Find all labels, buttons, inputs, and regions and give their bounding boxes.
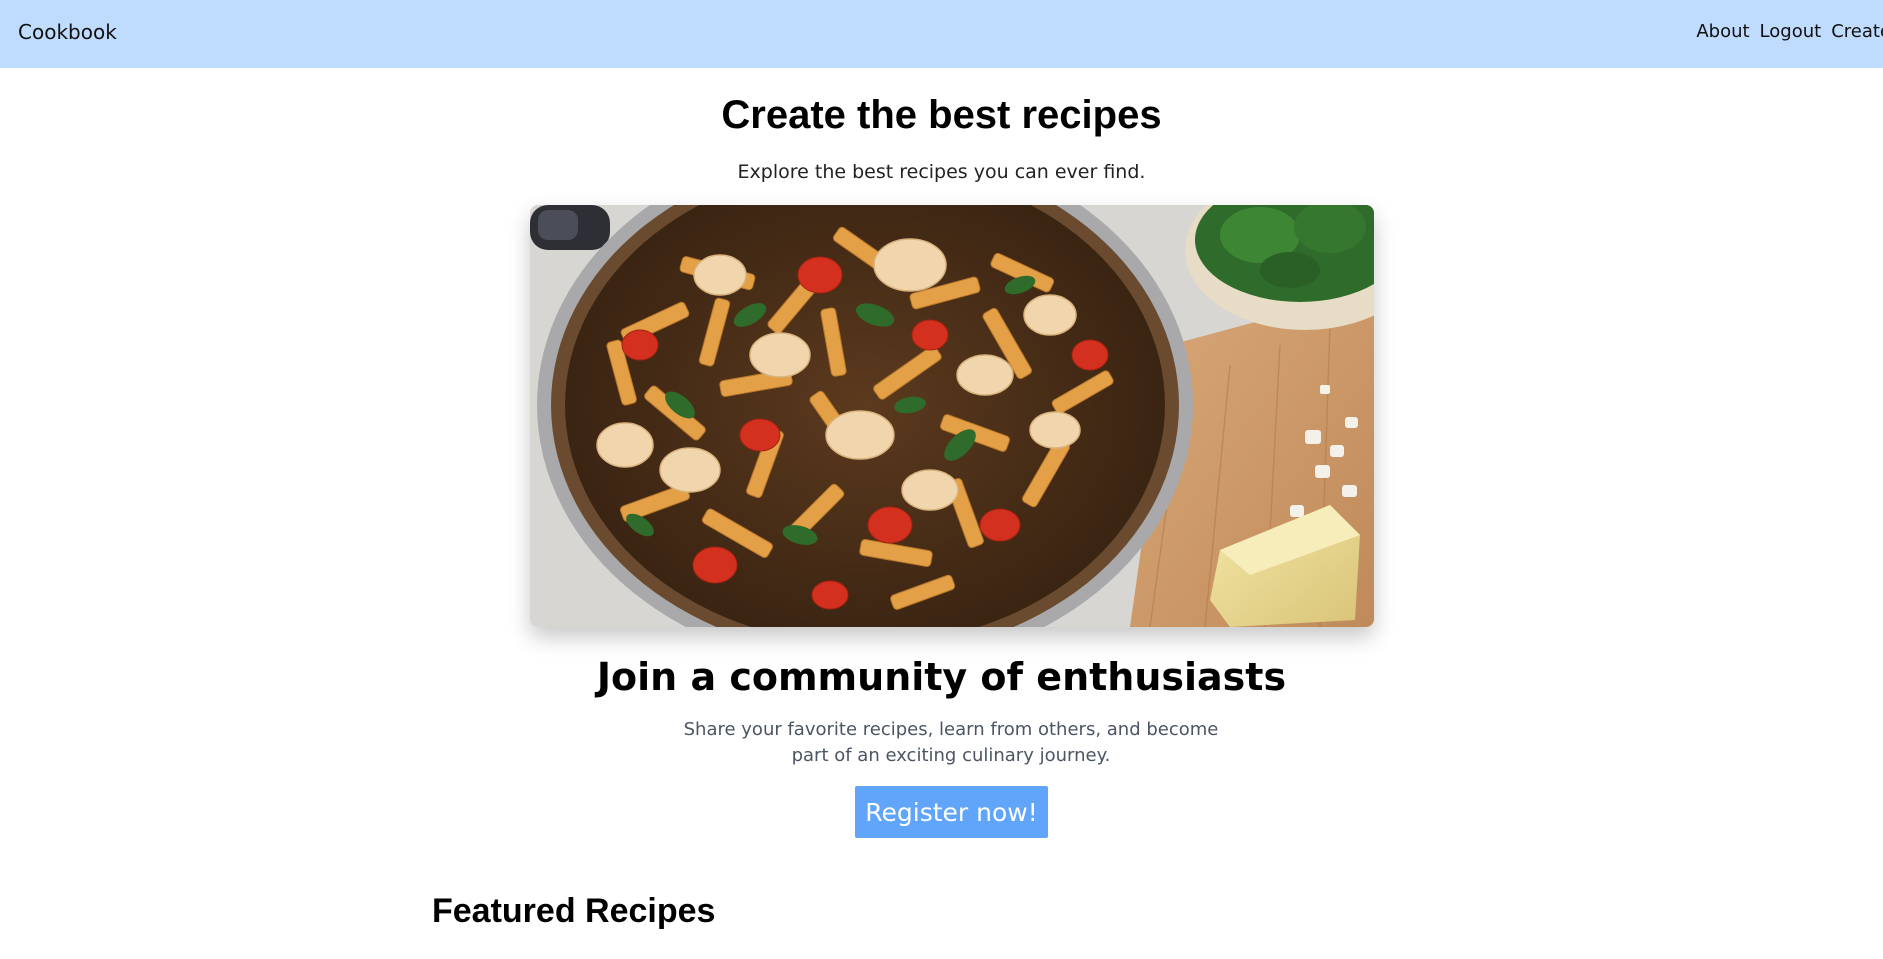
nav-links: About Logout Create [1696, 21, 1883, 42]
community-title: Join a community of enthusiasts [596, 655, 1287, 699]
nav-link-logout[interactable]: Logout [1760, 21, 1822, 42]
pasta-dish-illustration [530, 205, 1374, 627]
hero-title: Create the best recipes [721, 93, 1162, 137]
brand-link[interactable]: Cookbook [18, 20, 117, 44]
hero-image-pasta [530, 205, 1374, 627]
nav-link-create[interactable]: Create [1831, 21, 1883, 42]
navbar: Cookbook About Logout Create [0, 0, 1883, 68]
nav-link-about[interactable]: About [1696, 21, 1749, 42]
featured-recipes-title: Featured Recipes [432, 892, 716, 930]
register-button[interactable]: Register now! [855, 786, 1048, 838]
hero-subtitle: Explore the best recipes you can ever fi… [737, 161, 1146, 183]
community-description: Share your favorite recipes, learn from … [683, 719, 1219, 766]
